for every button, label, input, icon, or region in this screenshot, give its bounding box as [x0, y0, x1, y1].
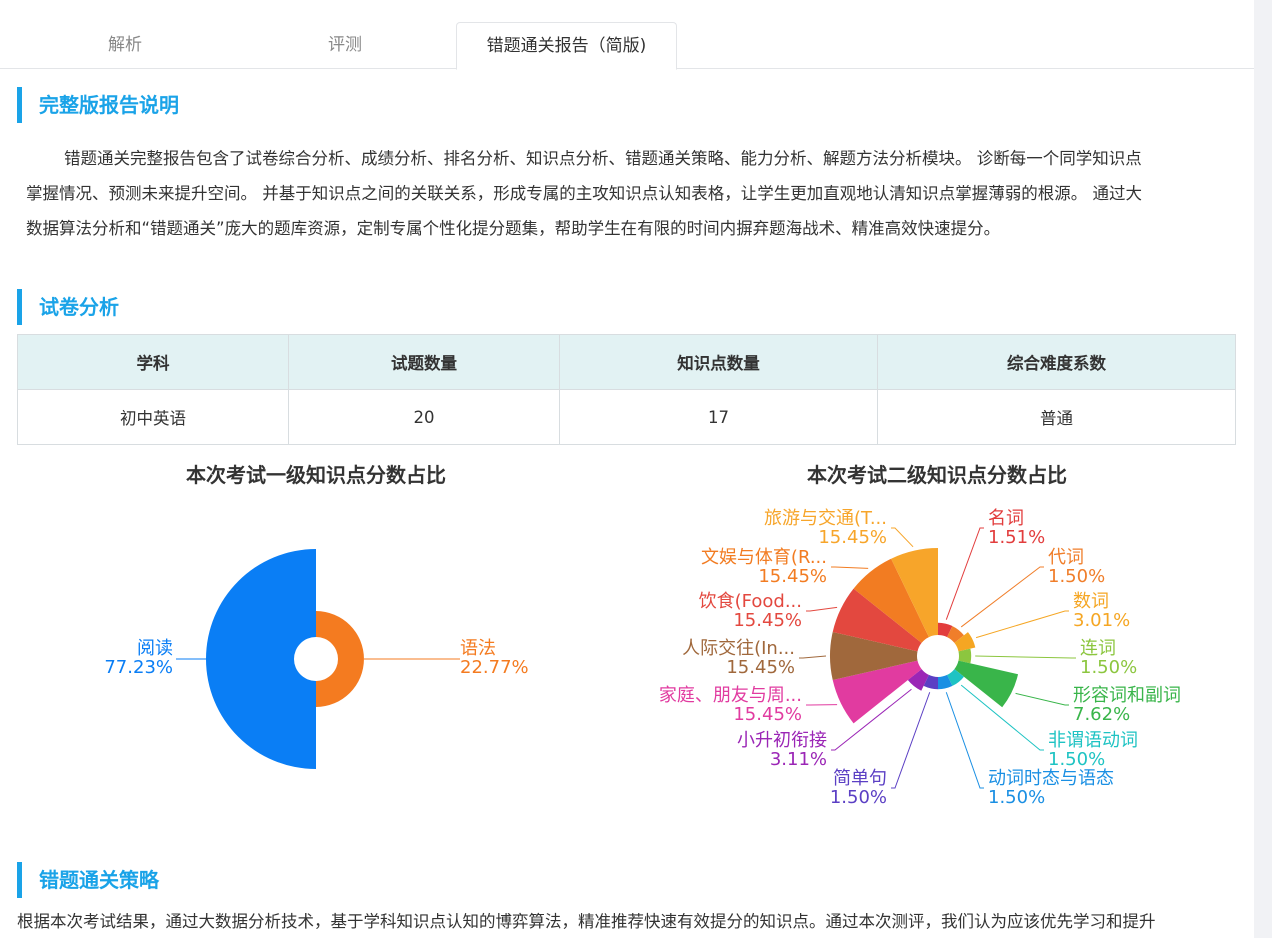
- slice-label: 家庭、朋友与周...: [659, 685, 802, 706]
- slice-label: 非谓语动词: [1048, 730, 1138, 751]
- pie-slice: [954, 661, 1018, 708]
- slice-label: 阅读: [137, 638, 173, 659]
- slice-percent-label: 1.50%: [830, 787, 887, 808]
- section-title: 错题通关策略: [39, 862, 159, 898]
- label-leader-line: [891, 528, 913, 547]
- slice-label: 动词时态与语态: [988, 768, 1114, 789]
- label-leader-line: [976, 611, 1069, 638]
- slice-percent-label: 1.50%: [1048, 566, 1105, 587]
- slice-percent-label: 15.45%: [758, 566, 827, 587]
- slice-label: 小升初衔接: [737, 730, 827, 751]
- strategy-text: 根据本次考试结果，通过大数据分析技术，基于学科知识点认知的博弈算法，精准推荐快速…: [17, 904, 1247, 939]
- slice-percent-label: 3.11%: [770, 749, 827, 770]
- slice-percent-label: 1.50%: [1080, 657, 1137, 678]
- slice-percent-label: 15.45%: [733, 610, 802, 631]
- slice-label: 数词: [1073, 591, 1109, 612]
- label-leader-line: [1016, 693, 1069, 705]
- slice-percent-label: 1.50%: [988, 787, 1045, 808]
- pie-slice: [206, 549, 316, 769]
- slice-percent-label: 7.62%: [1073, 704, 1130, 725]
- slice-percent-label: 1.50%: [1048, 749, 1105, 770]
- label-leader-line: [946, 692, 984, 788]
- label-leader-line: [961, 567, 1044, 627]
- slice-label: 饮食(Food...: [699, 591, 802, 612]
- slice-label: 代词: [1048, 547, 1084, 568]
- slice-label: 旅游与交通(T...: [764, 508, 887, 529]
- pie-slice: [316, 611, 364, 707]
- slice-label: 文娱与体育(R...: [701, 547, 827, 568]
- slice-percent-label: 1.51%: [988, 527, 1045, 548]
- label-leader-line: [806, 607, 837, 611]
- knowledge-point-charts: 语法22.77%阅读77.23%名词1.51%代词1.50%数词3.01%连词1…: [0, 0, 1254, 938]
- slice-percent-label: 15.45%: [818, 527, 887, 548]
- slice-label: 名词: [988, 508, 1024, 529]
- label-leader-line: [946, 528, 984, 620]
- slice-label: 人际交往(In...: [682, 638, 795, 659]
- label-leader-line: [891, 692, 930, 788]
- slice-percent-label: 15.45%: [726, 657, 795, 678]
- slice-percent-label: 22.77%: [460, 657, 529, 678]
- section-header-strategy: 错题通关策略: [17, 862, 22, 898]
- slice-percent-label: 77.23%: [104, 657, 173, 678]
- report-page: 解析 评测 错题通关报告（简版) 完整版报告说明 错题通关完整报告包含了试卷综合…: [0, 0, 1254, 938]
- slice-label: 简单句: [833, 768, 887, 789]
- label-leader-line: [831, 567, 868, 568]
- slice-label: 语法: [460, 638, 496, 659]
- slice-label: 连词: [1080, 638, 1116, 659]
- scrollbar-track[interactable]: [1254, 0, 1272, 938]
- slice-label: 形容词和副词: [1073, 685, 1181, 706]
- label-leader-line: [975, 656, 1076, 658]
- slice-percent-label: 3.01%: [1073, 610, 1130, 631]
- slice-percent-label: 15.45%: [733, 704, 802, 725]
- label-leader-line: [799, 656, 826, 658]
